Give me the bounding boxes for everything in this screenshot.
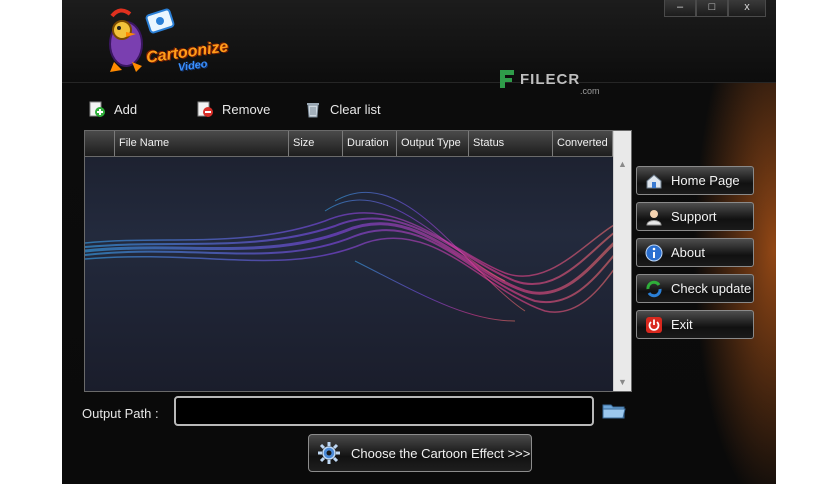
scroll-down-icon[interactable]: ▼ bbox=[614, 374, 631, 391]
sidebar-item-about[interactable]: About bbox=[636, 238, 754, 267]
sidebar-item-label: About bbox=[671, 245, 705, 260]
watermark-text: FILECR bbox=[520, 70, 581, 88]
folder-icon[interactable] bbox=[602, 402, 626, 420]
wave-background bbox=[85, 192, 631, 322]
info-icon bbox=[645, 244, 663, 261]
update-icon bbox=[646, 280, 662, 297]
app-window: – □ x Cartoonize Video FILECR .com Add R… bbox=[62, 0, 776, 484]
column-header-file-name[interactable]: File Name bbox=[115, 131, 289, 156]
add-label: Add bbox=[114, 101, 138, 117]
close-button[interactable]: x bbox=[728, 0, 766, 17]
remove-icon bbox=[197, 101, 213, 117]
home-icon bbox=[646, 173, 662, 188]
app-logo: Cartoonize Video bbox=[92, 4, 229, 76]
sidebar-item-home-page[interactable]: Home Page bbox=[636, 166, 754, 195]
sidebar-item-label: Home Page bbox=[671, 173, 740, 188]
file-list[interactable]: File Name Size Duration Output Type Stat… bbox=[84, 130, 632, 392]
window-controls: – □ x bbox=[664, 0, 766, 17]
scroll-up-icon[interactable]: ▲ bbox=[614, 156, 631, 173]
clear-list-icon bbox=[307, 103, 319, 118]
sidebar-item-label: Support bbox=[671, 209, 717, 224]
output-path-label: Output Path : bbox=[82, 406, 159, 421]
watermark-suffix: .com bbox=[580, 86, 600, 96]
power-icon bbox=[646, 316, 662, 333]
add-button[interactable]: Add bbox=[88, 100, 137, 118]
sidebar-item-exit[interactable]: Exit bbox=[636, 310, 754, 339]
column-header-size[interactable]: Size bbox=[289, 131, 343, 156]
sidebar-item-label: Check update bbox=[671, 281, 752, 296]
sidebar-item-support[interactable]: Support bbox=[636, 202, 754, 231]
column-header-status[interactable]: Status bbox=[469, 131, 553, 156]
gear-icon bbox=[318, 442, 340, 464]
clear-list-label: Clear list bbox=[330, 101, 381, 117]
sidebar-item-label: Exit bbox=[671, 317, 693, 332]
remove-button[interactable]: Remove bbox=[196, 100, 270, 118]
watermark-logo-icon bbox=[500, 70, 514, 88]
sidebar-item-check-update[interactable]: Check update bbox=[636, 274, 754, 303]
column-header-output-type[interactable]: Output Type bbox=[397, 131, 469, 156]
output-path-input[interactable] bbox=[174, 396, 594, 426]
watermark: FILECR .com bbox=[498, 68, 600, 96]
table-header: File Name Size Duration Output Type Stat… bbox=[85, 131, 613, 157]
column-header-converted[interactable]: Converted bbox=[553, 131, 613, 156]
choose-cartoon-effect-button[interactable]: Choose the Cartoon Effect >>> bbox=[308, 434, 532, 472]
add-icon bbox=[89, 101, 105, 117]
choose-cartoon-effect-label: Choose the Cartoon Effect >>> bbox=[351, 445, 531, 461]
support-icon bbox=[646, 209, 662, 225]
column-header-select[interactable] bbox=[85, 131, 115, 156]
clear-list-button[interactable]: Clear list bbox=[304, 100, 381, 118]
remove-label: Remove bbox=[222, 101, 271, 117]
column-header-duration[interactable]: Duration bbox=[343, 131, 397, 156]
minimize-button[interactable]: – bbox=[664, 0, 696, 17]
maximize-button[interactable]: □ bbox=[696, 0, 728, 17]
title-bar: – □ x Cartoonize Video FILECR .com bbox=[62, 0, 776, 96]
vertical-scrollbar[interactable]: ▲ ▼ bbox=[613, 131, 631, 391]
